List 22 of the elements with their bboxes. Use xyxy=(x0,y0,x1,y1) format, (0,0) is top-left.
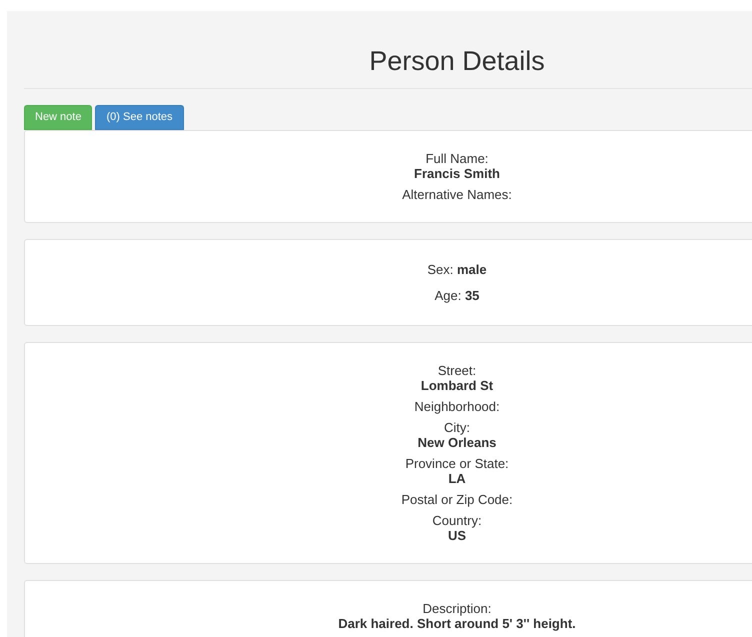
field-value: 35 xyxy=(464,288,480,302)
page-title: Person Details xyxy=(369,45,545,77)
field-value: LA xyxy=(448,471,466,486)
field-label: Neighborhood: xyxy=(414,399,500,414)
field-label: Age: xyxy=(434,288,462,302)
field-value: US xyxy=(448,528,466,543)
field-label: Full Name: xyxy=(426,151,488,166)
note-button[interactable]: New note xyxy=(24,105,92,130)
field-value: Francis Smith xyxy=(414,166,500,181)
field-label: Alternative Names: xyxy=(402,187,512,202)
field-label: Street: xyxy=(438,363,476,378)
field-value: New Orleans xyxy=(418,435,496,450)
field-label: Sex: xyxy=(427,262,454,277)
field-value: Dark haired. Short around 5' 3'' height. xyxy=(338,616,576,631)
field-label: Postal or Zip Code: xyxy=(401,492,513,507)
field-label: Province or State: xyxy=(405,456,509,471)
field-value: male xyxy=(457,262,487,277)
note-button[interactable]: (0) See notes xyxy=(95,105,184,130)
field-value: Lombard St xyxy=(420,378,494,393)
field-label: Country: xyxy=(432,513,482,528)
field-label: Description: xyxy=(422,601,492,616)
field-label: City: xyxy=(444,420,470,435)
